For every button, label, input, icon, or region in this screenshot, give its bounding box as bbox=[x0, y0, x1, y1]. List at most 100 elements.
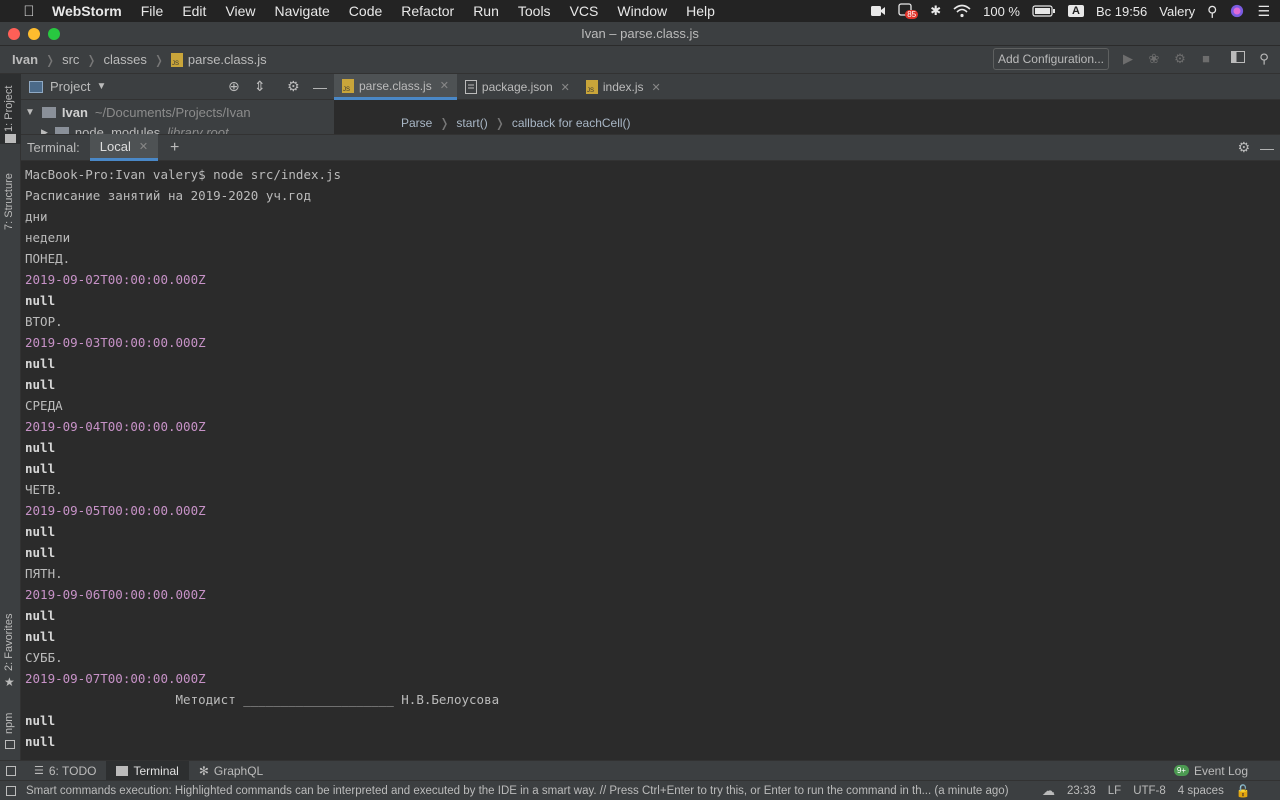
menu-refactor[interactable]: Refactor bbox=[401, 3, 454, 19]
file-encoding[interactable]: UTF-8 bbox=[1133, 785, 1166, 797]
terminal-output[interactable]: MacBook-Pro:Ivan valery$ node src/index.… bbox=[21, 161, 1280, 760]
chevron-down-icon[interactable]: ▼ bbox=[96, 81, 106, 92]
stop-icon[interactable]: ■ bbox=[1198, 51, 1214, 67]
terminal-line: ВТОР. bbox=[25, 314, 63, 329]
tool-button-graphql-label: GraphQL bbox=[213, 763, 264, 778]
menubar-clock[interactable]: Вс 19:56 bbox=[1096, 4, 1147, 19]
macos-menubar:  WebStorm File Edit View Navigate Code … bbox=[0, 0, 1280, 22]
code-crumb-class[interactable]: Parse bbox=[401, 116, 432, 130]
expand-arrow-icon[interactable]: ▶ bbox=[41, 127, 48, 135]
lock-icon[interactable]: 🔓 bbox=[1236, 784, 1251, 798]
tool-button-todo[interactable]: ☰ 6: TODO bbox=[24, 761, 106, 781]
menu-run[interactable]: Run bbox=[473, 3, 499, 19]
menu-window[interactable]: Window bbox=[617, 3, 667, 19]
nav-crumb-src[interactable]: src bbox=[62, 52, 79, 67]
menu-tools[interactable]: Tools bbox=[518, 3, 551, 19]
hide-panel-icon[interactable]: — bbox=[1260, 140, 1274, 156]
line-separator[interactable]: LF bbox=[1108, 785, 1121, 797]
gear-icon[interactable]: ⚙ bbox=[1237, 139, 1250, 156]
run-icon[interactable]: ▶ bbox=[1120, 51, 1136, 67]
terminal-line: дни bbox=[25, 209, 48, 224]
menu-file[interactable]: File bbox=[141, 3, 164, 19]
terminal-line: null bbox=[25, 461, 56, 476]
close-tab-icon[interactable]: ✕ bbox=[440, 79, 449, 92]
tool-button-event-log[interactable]: 9+ Event Log bbox=[1164, 761, 1258, 781]
gear-icon[interactable]: ⚙ bbox=[287, 78, 300, 95]
toggle-tool-windows-icon[interactable] bbox=[6, 765, 16, 776]
spotlight-search-icon[interactable]: ⚲ bbox=[1207, 3, 1217, 20]
terminal-tab-local[interactable]: Local ✕ bbox=[89, 134, 159, 161]
tool-tab-favorites[interactable]: 2: Favorites ★ bbox=[0, 609, 21, 689]
terminal-line: Методист ____________________ Н.В.Белоус… bbox=[25, 692, 500, 707]
terminal-line: 2019-09-06T00:00:00.000Z bbox=[25, 587, 206, 602]
menu-code[interactable]: Code bbox=[349, 3, 382, 19]
menu-vcs[interactable]: VCS bbox=[570, 3, 599, 19]
collapse-all-icon[interactable]: ⇕ bbox=[254, 78, 266, 95]
layout-toggle-icon[interactable] bbox=[1230, 51, 1246, 67]
code-crumb-callback[interactable]: callback for eachCell() bbox=[512, 116, 631, 130]
tool-tab-structure[interactable]: 7: Structure bbox=[0, 164, 21, 244]
menu-help[interactable]: Help bbox=[686, 3, 715, 19]
tree-item-node-modules[interactable]: ▶ node_modules library root bbox=[21, 121, 334, 134]
hide-panel-icon[interactable]: — bbox=[313, 79, 327, 95]
code-crumb-method[interactable]: start() bbox=[456, 116, 487, 130]
close-tab-icon[interactable]: ✕ bbox=[561, 81, 570, 94]
battery-icon[interactable] bbox=[1032, 4, 1056, 18]
nav-crumb-classes[interactable]: classes bbox=[103, 52, 146, 67]
tool-button-graphql[interactable]: ✻ GraphQL bbox=[189, 761, 273, 781]
editor-tab-index[interactable]: JS index.js ✕ bbox=[578, 74, 669, 100]
coverage-icon[interactable]: ⚙ bbox=[1172, 51, 1188, 67]
menu-navigate[interactable]: Navigate bbox=[275, 3, 330, 19]
tree-item-root[interactable]: ▼ Ivan ~/Documents/Projects/Ivan bbox=[21, 101, 334, 123]
menu-edit[interactable]: Edit bbox=[182, 3, 206, 19]
terminal-line: null bbox=[25, 734, 56, 749]
json-file-icon bbox=[464, 80, 477, 94]
tool-tab-favorites-label: 2: Favorites bbox=[3, 613, 15, 671]
nav-crumb-project[interactable]: Ivan bbox=[12, 52, 38, 67]
terminal-line: ЧЕТВ. bbox=[25, 482, 63, 497]
editor-area[interactable] bbox=[334, 100, 1280, 112]
new-terminal-plus-icon[interactable]: + bbox=[170, 139, 179, 157]
close-tab-icon[interactable]: ✕ bbox=[652, 81, 661, 94]
terminal-line: null bbox=[25, 377, 56, 392]
menubar-user[interactable]: Valery bbox=[1159, 4, 1195, 19]
notification-app-icon[interactable]: 85 bbox=[898, 3, 919, 19]
navigation-bar: Ivan ❭ src ❭ classes ❭ JS parse.class.js… bbox=[0, 46, 1280, 74]
search-everywhere-icon[interactable]: ⚲ bbox=[1256, 51, 1272, 67]
menu-view[interactable]: View bbox=[225, 3, 255, 19]
tool-tab-project[interactable]: 1: Project bbox=[0, 74, 21, 144]
project-view-title[interactable]: Project bbox=[50, 79, 90, 94]
bluetooth-icon[interactable]: ✱ bbox=[930, 3, 941, 19]
caret-position[interactable]: 23:33 bbox=[1067, 785, 1096, 797]
expand-arrow-icon[interactable]: ▼ bbox=[25, 107, 35, 118]
close-tab-icon[interactable]: ✕ bbox=[139, 140, 148, 153]
tool-button-terminal[interactable]: Terminal bbox=[106, 760, 189, 781]
notification-center-icon[interactable]: ☰ bbox=[1257, 3, 1270, 20]
project-icon bbox=[29, 80, 43, 93]
status-message[interactable]: Smart commands execution: Highlighted co… bbox=[26, 785, 1036, 797]
input-source[interactable]: A bbox=[1068, 5, 1084, 17]
indent-setting[interactable]: 4 spaces bbox=[1178, 785, 1224, 797]
tool-tab-npm-label: npm bbox=[3, 712, 15, 734]
locate-icon[interactable]: ⊕ bbox=[228, 78, 240, 95]
nav-crumb-file[interactable]: parse.class.js bbox=[188, 52, 267, 67]
camera-icon[interactable] bbox=[870, 4, 886, 18]
project-tree: ▼ Ivan ~/Documents/Projects/Ivan ▶ node_… bbox=[21, 100, 334, 134]
code-breadcrumb: Parse ❭ start() ❭ callback for eachCell(… bbox=[334, 112, 1280, 134]
menu-webstorm[interactable]: WebStorm bbox=[52, 3, 122, 19]
status-panel-icon[interactable] bbox=[6, 785, 16, 796]
terminal-line: null bbox=[25, 608, 56, 623]
apple-menu-icon[interactable]:  bbox=[20, 3, 38, 20]
tool-tab-npm[interactable]: npm bbox=[0, 704, 21, 754]
add-configuration-button[interactable]: Add Configuration... bbox=[993, 48, 1109, 70]
siri-icon[interactable] bbox=[1229, 4, 1245, 18]
editor-tab-parse-class[interactable]: JS parse.class.js ✕ bbox=[334, 74, 457, 100]
terminal-line: null bbox=[25, 629, 56, 644]
event-count-badge: 9+ bbox=[1173, 765, 1189, 776]
server-sync-icon[interactable]: ☁ bbox=[1042, 783, 1055, 799]
tool-button-terminal-label: Terminal bbox=[133, 763, 179, 778]
svg-text:JS: JS bbox=[343, 87, 350, 93]
debug-icon[interactable]: ❀ bbox=[1146, 51, 1162, 67]
wifi-icon[interactable] bbox=[953, 4, 971, 18]
editor-tab-package-json[interactable]: package.json ✕ bbox=[457, 74, 578, 100]
